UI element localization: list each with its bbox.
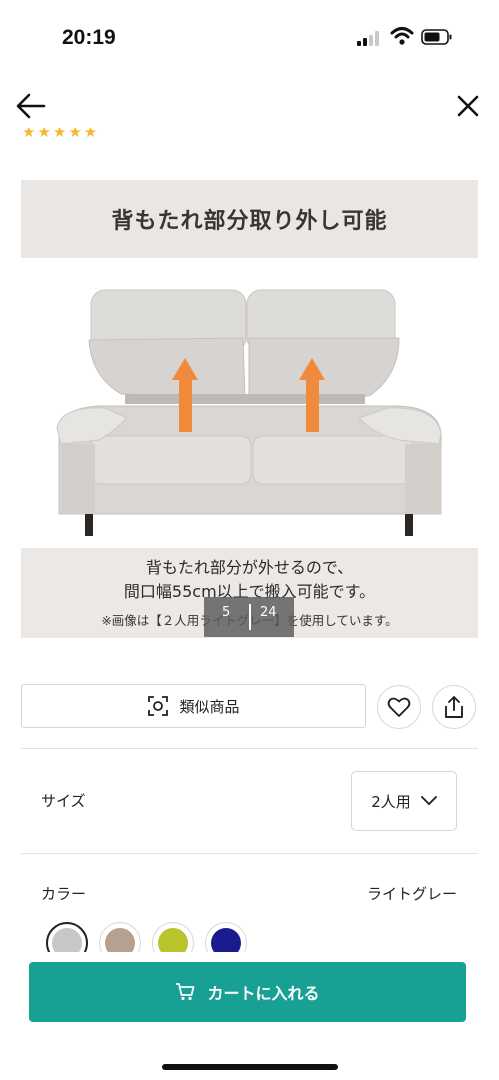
similar-products-button[interactable]: 類似商品	[21, 684, 366, 728]
close-icon[interactable]	[452, 90, 484, 122]
caption-line-1: 背もたれ部分が外せるので、	[145, 558, 354, 577]
size-value: 2人用	[371, 792, 411, 811]
color-swatch[interactable]	[152, 922, 194, 952]
color-swatch[interactable]	[46, 922, 88, 952]
status-time: 20:19	[62, 26, 116, 49]
size-label: サイズ	[41, 792, 86, 810]
chevron-down-icon	[420, 796, 437, 806]
signal-icon	[357, 30, 383, 46]
rating-stars: ★★★★★	[22, 128, 100, 140]
favorite-button[interactable]	[377, 685, 421, 729]
color-swatches	[46, 922, 256, 952]
sofa-image	[21, 258, 478, 548]
image-counter: 5 24	[204, 597, 294, 637]
wifi-icon	[390, 27, 414, 45]
image-counter-divider	[249, 604, 251, 630]
share-button[interactable]	[432, 685, 476, 729]
share-icon	[445, 696, 463, 718]
color-value: ライトグレー	[366, 885, 457, 903]
color-label: カラー	[41, 885, 87, 903]
cart-icon	[176, 983, 195, 1001]
image-counter-total: 24	[260, 605, 277, 620]
status-bar: 20:19	[0, 0, 499, 75]
color-swatch-dot	[211, 928, 241, 952]
size-select[interactable]: 2人用	[351, 771, 457, 831]
similar-products-label: 類似商品	[179, 697, 240, 716]
color-swatch-dot	[105, 928, 135, 952]
image-counter-current: 5	[222, 605, 231, 620]
home-indicator	[162, 1064, 338, 1070]
color-swatch[interactable]	[205, 922, 247, 952]
scan-icon	[148, 696, 169, 716]
arrow-left-icon[interactable]	[14, 90, 48, 122]
battery-icon	[421, 29, 452, 45]
divider	[21, 853, 478, 854]
add-to-cart-button[interactable]: カートに入れる	[29, 962, 466, 1022]
heart-icon	[387, 697, 411, 717]
product-image-gallery[interactable]: 背もたれ部分取り外し可能 背もたれ部分が外せるので、 間口幅55cm以上で搬入可…	[21, 180, 478, 638]
gallery-heading: 背もたれ部分取り外し可能	[21, 180, 478, 258]
color-swatch[interactable]	[99, 922, 141, 952]
divider	[21, 748, 478, 749]
color-swatch-dot	[158, 928, 188, 952]
color-swatch-dot	[52, 928, 82, 952]
add-to-cart-label: カートに入れる	[207, 984, 320, 1003]
